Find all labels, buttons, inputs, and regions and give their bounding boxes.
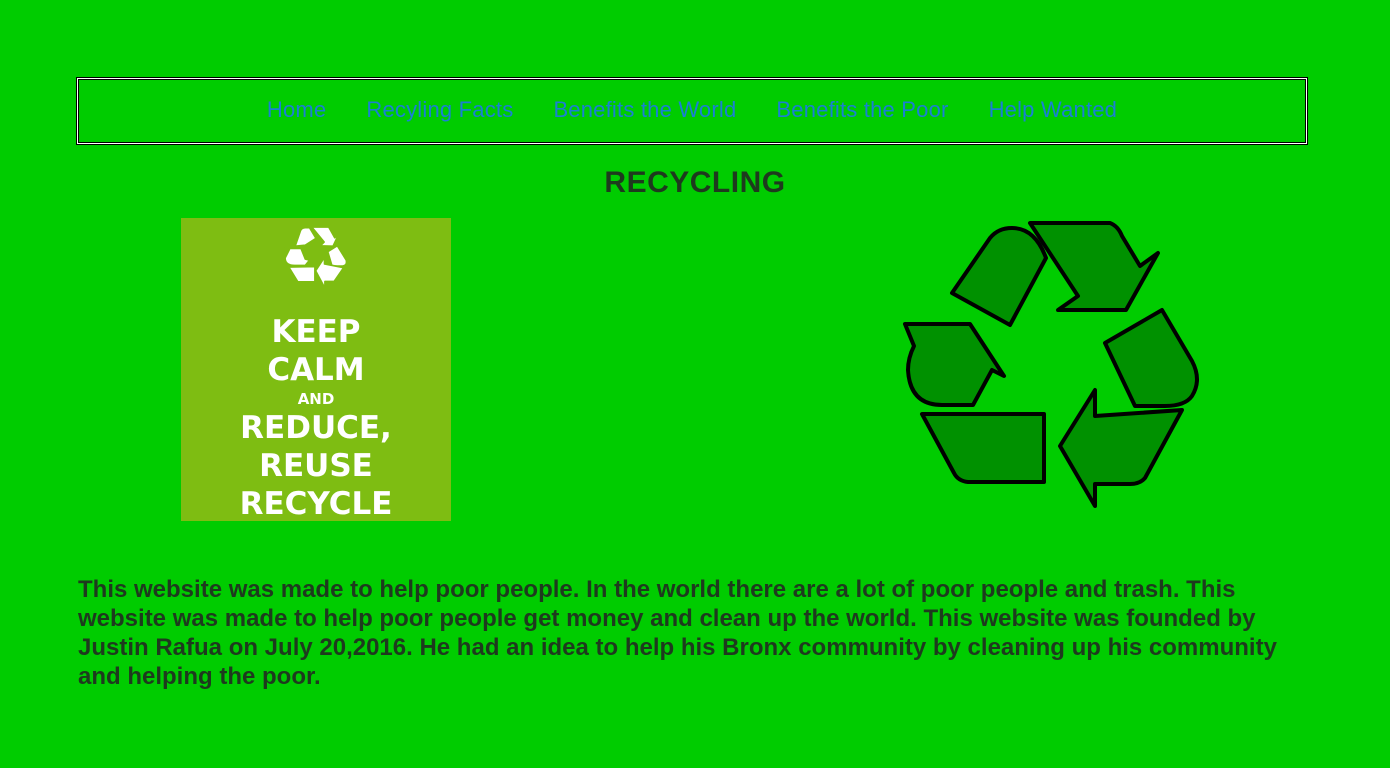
nav-bar: Home Recyling Facts Benefits the World B… xyxy=(76,77,1308,145)
nav-link-benefits-poor[interactable]: Benefits the Poor xyxy=(776,97,948,123)
nav-link-recycling-facts[interactable]: Recyling Facts xyxy=(366,97,513,123)
poster-text: KEEP CALM AND REDUCE, REUSE RECYCLE xyxy=(181,313,451,523)
nav-link-home[interactable]: Home xyxy=(267,97,327,123)
poster-line-calm: CALM xyxy=(267,352,365,388)
nav-link-help-wanted[interactable]: Help Wanted xyxy=(989,97,1118,123)
page-title: RECYCLING xyxy=(604,166,786,199)
poster-line-recycle: RECYCLE xyxy=(239,486,393,522)
recycle-symbol-icon xyxy=(903,221,1199,508)
keep-calm-poster: KEEP CALM AND REDUCE, REUSE RECYCLE xyxy=(181,218,451,523)
poster-line-keep: KEEP xyxy=(271,314,361,350)
nav-link-benefits-world[interactable]: Benefits the World xyxy=(553,97,736,123)
recycle-icon xyxy=(284,226,348,290)
poster-line-and: AND xyxy=(297,390,335,408)
about-paragraph: This website was made to help poor peopl… xyxy=(78,576,1277,690)
poster-line-reduce-reuse: REDUCE, REUSE xyxy=(240,410,392,484)
nav-links: Home Recyling Facts Benefits the World B… xyxy=(267,97,1117,123)
